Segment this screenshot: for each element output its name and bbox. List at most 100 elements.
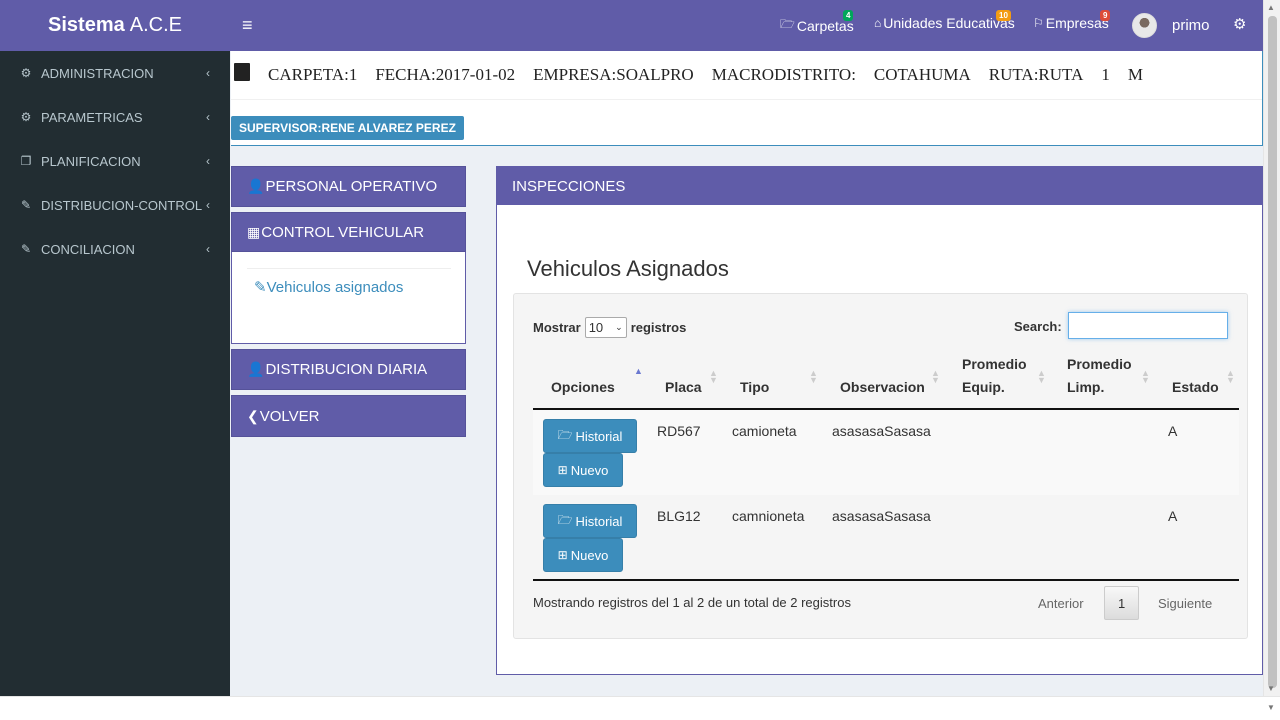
historial-label: Historial [575,513,623,529]
plus-square-icon: ⊞ [557,463,568,477]
cell-observacion: asasasaSasasa [832,508,931,524]
pagination-page[interactable]: 1 [1104,586,1140,620]
col-opciones[interactable]: Opciones [551,376,615,399]
carpeta-number: CARPETA:1 [268,65,358,84]
macrodistrito-label: MACRODISTRITO: [711,65,856,84]
nav-carpetas[interactable]: 🗁 Carpetas 4 [780,10,854,36]
ruta-label: RUTA:RUTA [988,65,1084,84]
sidebar-item-label: ADMINISTRACION [41,65,154,81]
user-avatar[interactable] [1132,13,1157,38]
ruta-turno: M [1127,65,1143,84]
cogs-icon: ⚙ [20,110,32,124]
carpeta-empresa: EMPRESA:SOALPRO [533,65,694,84]
inspecciones-panel: INSPECCIONES Vehiculos Asignados Mostrar… [496,166,1263,675]
edit-icon: ✎ [20,198,32,212]
nuevo-button[interactable]: ⊞ Nuevo [543,538,623,572]
page-length-select[interactable]: 10 ⌄ [584,317,627,338]
scroll-up-icon[interactable]: ▲ [1267,3,1275,12]
sidebar-item-distribucion-control[interactable]: ✎ DISTRIBUCION-CONTROL ‹ [0,183,230,227]
cell-estado: A [1168,423,1178,439]
plus-square-icon: ⊞ [557,548,568,562]
nuevo-button[interactable]: ⊞ Nuevo [543,453,623,487]
menu-toggle-icon[interactable]: ≡ [242,15,253,36]
vertical-scrollbar[interactable]: ▲ ▼ [1263,0,1280,696]
chevron-left-icon: ‹ [206,66,210,80]
sidebar-item-planificacion[interactable]: ❐ PLANIFICACION ‹ [0,139,230,183]
app-window: Sistema A.C.E ⚙ ADMINISTRACION ‹ ⚙ PARAM… [0,0,1280,720]
col-tipo[interactable]: Tipo [740,376,769,399]
col-observacion[interactable]: Observacion [840,376,925,399]
cell-tipo: camioneta [732,423,797,439]
carpeta-fecha: FECHA:2017-01-02 [375,65,516,84]
show-prefix: Mostrar [533,320,581,335]
divider [247,268,451,269]
folder-open-icon: 🗁 [780,17,795,31]
personal-operativo-button[interactable]: 👤 PERSONAL OPERATIVO [231,166,466,207]
ruta-number: 1 [1101,65,1110,84]
personal-operativo-label: PERSONAL OPERATIVO [265,178,438,195]
sort-icon: ▲ ▼ [1037,368,1046,385]
historial-button[interactable]: 🗁 Historial [543,419,637,453]
historial-button[interactable]: 🗁 Historial [543,504,637,538]
col-promedio-limp[interactable]: Promedio Limp. [1067,353,1132,399]
chevron-left-icon: ‹ [206,198,210,212]
nav-unidades-educativas[interactable]: ⌂ Unidades Educativas 10 [874,10,1015,31]
vehiculos-asignados-link[interactable]: ✎Vehiculos asignados [254,278,403,296]
control-vehicular-button[interactable]: ▦ CONTROL VEHICULAR [231,212,466,252]
search-label: Search: [1014,319,1062,334]
col-promedio-equip[interactable]: Promedio Equip. [962,353,1027,399]
control-vehicular-label: CONTROL VEHICULAR [261,223,425,241]
col-promedio-limp-line1: Promedio [1067,356,1132,372]
brand-rest: A.C.E [129,14,182,36]
chevron-left-icon: ‹ [206,242,210,256]
edit-icon: ✎ [20,242,32,256]
sidebar-item-conciliacion[interactable]: ✎ CONCILIACION ‹ [0,227,230,271]
grid-icon: ▦ [247,223,261,240]
supervisor-button[interactable]: SUPERVISOR:RENE ALVAREZ PEREZ [231,116,464,140]
scroll-down-icon[interactable]: ▼ [1267,684,1275,693]
col-promedio-equip-line2: Equip. [962,379,1005,395]
sidebar-item-parametricas[interactable]: ⚙ PARAMETRICAS ‹ [0,95,230,139]
col-estado[interactable]: Estado [1172,376,1219,399]
scroll-down-icon[interactable]: ▼ [1267,703,1275,712]
chevron-left-icon: ‹ [206,154,210,168]
carpeta-header-box: CARPETA:1 FECHA:2017-01-02 EMPRESA:SOALP… [231,51,1263,146]
cell-observacion: asasasaSasasa [832,423,931,439]
pencil-icon: ✎ [254,279,267,296]
user-icon: 👤 [247,178,265,194]
chevron-left-icon: ‹ [206,110,210,124]
user-icon: 👤 [247,361,265,377]
sort-asc-icon: ▲ [634,366,643,376]
sort-icon: ▲ ▼ [1226,368,1235,385]
page-length-control: Mostrar 10 ⌄ registros [533,317,686,338]
folder-open-icon: 🗁 [557,427,573,442]
sidebar-item-label: CONCILIACION [41,241,135,257]
distribucion-diaria-button[interactable]: 👤 DISTRIBUCION DIARIA [231,349,466,390]
brand-bold: Sistema [48,14,125,36]
settings-gear-icon[interactable]: ⚙ [1233,15,1246,33]
pagination-next[interactable]: Siguiente [1158,586,1212,620]
sidebar-item-administracion[interactable]: ⚙ ADMINISTRACION ‹ [0,51,230,95]
home-icon: ⌂ [874,16,882,30]
scroll-thumb[interactable] [1268,16,1277,688]
volver-label: VOLVER [259,407,320,425]
table-header: Opciones ▲ Placa ▲ ▼ Tipo ▲ ▼ Observacion … [533,350,1239,410]
volver-button[interactable]: ❮ VOLVER [231,395,466,437]
table-footer-line [533,579,1239,581]
sidebar-item-label: PLANIFICACION [41,153,141,169]
sidebar: Sistema A.C.E ⚙ ADMINISTRACION ‹ ⚙ PARAM… [0,0,230,696]
search-input[interactable] [1068,312,1228,339]
carpeta-info-line: CARPETA:1 FECHA:2017-01-02 EMPRESA:SOALP… [231,51,1262,100]
pagination-prev[interactable]: Anterior [1038,586,1084,620]
folder-open-icon: 🗁 [557,512,573,527]
cell-placa: BLG12 [657,508,701,524]
sidebar-item-label: DISTRIBUCION-CONTROL [41,197,203,213]
user-name[interactable]: primo [1172,17,1210,34]
col-placa[interactable]: Placa [665,376,702,399]
table-row: 🗁 Historial ⊞ Nuevo BLG12 camnioneta asasa… [533,495,1239,579]
vehiculos-asignados-title: Vehiculos Asignados [527,256,729,281]
nav-empresas[interactable]: ⚐ Empresas 9 [1033,10,1111,31]
book-icon [234,63,250,81]
sidebar-item-label: PARAMETRICAS [41,109,143,125]
brand-logo[interactable]: Sistema A.C.E [0,0,230,51]
